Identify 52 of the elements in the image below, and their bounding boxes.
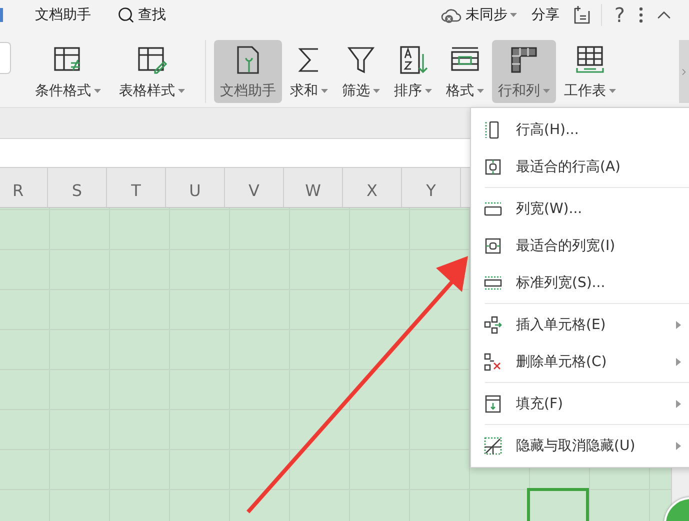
ribbon-button[interactable]: 文档助手 xyxy=(214,40,282,103)
ribbon-button[interactable]: 行和列 xyxy=(492,40,556,103)
search-icon xyxy=(117,6,135,24)
more-button[interactable] xyxy=(639,7,643,23)
ribbon-button[interactable]: 表格样式 xyxy=(113,40,191,103)
submenu-arrow-icon xyxy=(676,358,681,366)
ribbon-button[interactable]: 求和 xyxy=(284,40,334,103)
caret-icon xyxy=(477,88,484,94)
sort-az-icon xyxy=(397,44,429,76)
column-header[interactable]: V xyxy=(225,168,284,207)
search-button[interactable]: 查找 xyxy=(117,6,166,24)
delete-cells-icon xyxy=(483,352,503,372)
submenu-arrow-icon xyxy=(676,442,681,450)
sync-status-button[interactable]: 未同步 xyxy=(440,6,518,24)
ribbon-button[interactable]: 格式 xyxy=(440,40,490,103)
more-icon xyxy=(639,7,643,23)
submenu-arrow-icon xyxy=(676,320,681,328)
funnel-icon xyxy=(345,44,377,76)
column-header[interactable]: X xyxy=(343,168,402,207)
column-header[interactable]: U xyxy=(166,168,225,207)
column-header[interactable]: W xyxy=(284,168,343,207)
autofit-column-icon xyxy=(483,236,503,256)
dropdown-field[interactable] xyxy=(0,42,11,74)
column-header[interactable]: T xyxy=(107,168,166,207)
caret-icon xyxy=(510,12,518,18)
caret-icon xyxy=(543,88,550,94)
caret-icon xyxy=(94,88,101,94)
tab-edge-mark xyxy=(0,8,3,22)
insert-cells-icon xyxy=(483,314,503,334)
ribbon-button[interactable]: 工作表 xyxy=(558,40,622,103)
caret-icon xyxy=(321,88,328,94)
column-header[interactable]: S xyxy=(48,168,107,207)
table-pencil-icon xyxy=(136,44,168,76)
cloud-error-icon xyxy=(440,6,462,24)
autofit-row-icon xyxy=(483,156,503,176)
menu-tab[interactable]: 文档助手 xyxy=(35,6,91,24)
caret-icon xyxy=(609,88,616,94)
column-header[interactable]: Y xyxy=(402,168,461,207)
help-button[interactable]: ? xyxy=(614,3,625,27)
caret-icon xyxy=(425,88,432,94)
rows-columns-icon xyxy=(508,44,540,76)
worksheet-icon xyxy=(574,44,606,76)
fill-down-icon xyxy=(483,394,503,414)
ribbon-button[interactable]: 排序 xyxy=(388,40,438,103)
ribbon-button[interactable]: 条件格式 xyxy=(29,40,107,103)
caret-icon xyxy=(373,88,380,94)
column-header[interactable]: R xyxy=(0,168,48,207)
caret-icon xyxy=(178,88,185,94)
hide-cells-icon xyxy=(483,436,503,456)
submenu-arrow-icon xyxy=(676,400,681,408)
ribbon-button[interactable]: 筛选 xyxy=(336,40,386,103)
share-button[interactable]: 分享 xyxy=(531,6,560,24)
